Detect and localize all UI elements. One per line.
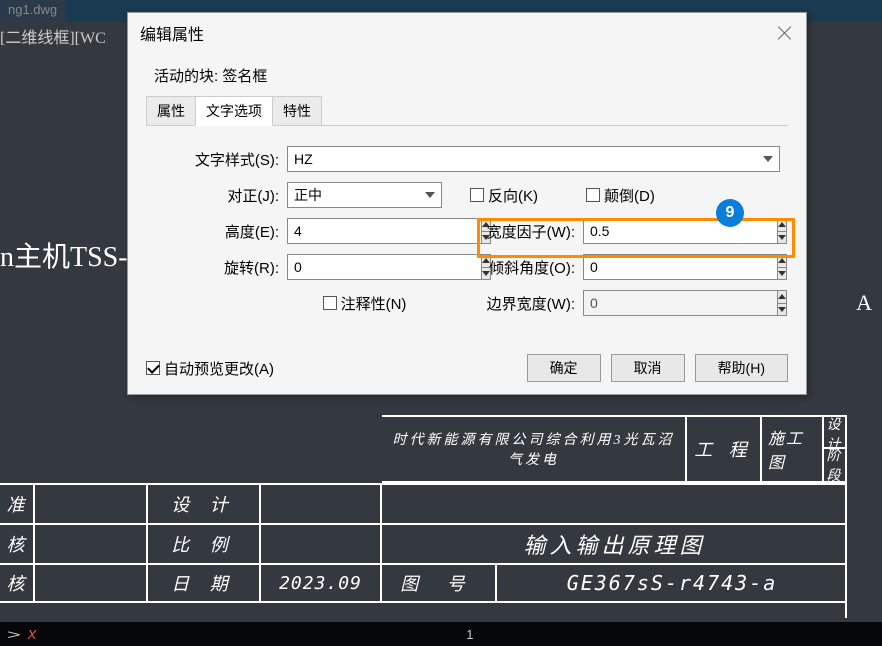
rotation-input[interactable] bbox=[287, 254, 481, 280]
checkbox-icon bbox=[323, 296, 337, 310]
cell-design: 设 计 bbox=[148, 485, 261, 523]
cell-check2: 核 bbox=[0, 565, 35, 601]
checkbox-checked-icon bbox=[146, 361, 160, 375]
backward-checkbox[interactable]: 反向(K) bbox=[470, 185, 538, 206]
boundary-width-label: 边界宽度(W): bbox=[470, 293, 575, 314]
ok-button[interactable]: 确定 bbox=[527, 354, 601, 382]
spin-down-icon bbox=[778, 304, 786, 316]
width-factor-input[interactable] bbox=[583, 218, 777, 244]
auto-preview-checkbox[interactable]: 自动预览更改(A) bbox=[146, 358, 274, 379]
text-style-dropdown[interactable]: HZ bbox=[287, 146, 780, 172]
cell-drawing-title bbox=[382, 485, 847, 523]
height-label: 高度(E): bbox=[154, 221, 279, 242]
active-block-label: 活动的块: 签名框 bbox=[154, 65, 788, 86]
status-bar: > X 1 bbox=[0, 622, 882, 646]
chevron-down-icon bbox=[763, 156, 773, 162]
title-block: 时代新能源有限公司综合利用3光瓦沼气发电 工 程 施工图 设 计 阶 段 准 设… bbox=[0, 415, 847, 621]
cell-scale: 比 例 bbox=[148, 525, 261, 563]
tab-properties[interactable]: 特性 bbox=[272, 96, 322, 125]
help-button[interactable]: 帮助(H) bbox=[695, 354, 788, 382]
file-tab[interactable]: ng1.dwg bbox=[0, 0, 65, 22]
oblique-angle-label: 倾斜角度(O): bbox=[470, 257, 575, 278]
cell-dwg: 图 号 bbox=[382, 565, 497, 601]
boundary-width-input bbox=[583, 290, 777, 316]
status-x: X bbox=[28, 627, 37, 642]
status-number: 1 bbox=[466, 627, 473, 642]
spin-up-icon bbox=[778, 291, 786, 304]
justify-dropdown[interactable]: 正中 bbox=[287, 182, 442, 208]
spin-up-icon[interactable] bbox=[778, 255, 786, 268]
title-block-header: 时代新能源有限公司综合利用3光瓦沼气发电 工 程 施工图 设 计 阶 段 bbox=[382, 415, 847, 483]
cell-prep: 准 bbox=[0, 485, 35, 523]
status-arrow-icon: > bbox=[7, 627, 21, 642]
oblique-angle-input[interactable] bbox=[583, 254, 777, 280]
dialog-title: 编辑属性 bbox=[140, 21, 204, 45]
spin-down-icon[interactable] bbox=[778, 232, 786, 244]
project-label: 工 程 bbox=[687, 417, 762, 481]
dialog-titlebar[interactable]: 编辑属性 bbox=[128, 13, 806, 53]
chevron-down-icon bbox=[425, 192, 435, 198]
checkbox-icon bbox=[586, 188, 600, 202]
justify-label: 对正(J): bbox=[154, 185, 279, 206]
boundary-width-spinner bbox=[583, 290, 738, 316]
width-factor-spinner[interactable] bbox=[583, 218, 738, 244]
width-factor-label: 宽度因子(W): bbox=[470, 221, 575, 242]
stage-label: 阶 段 bbox=[824, 447, 847, 481]
text-style-label: 文字样式(S): bbox=[154, 149, 279, 170]
upside-down-checkbox[interactable]: 颠倒(D) bbox=[586, 185, 655, 206]
dialog-tabs: 属性 文字选项 特性 bbox=[146, 96, 788, 126]
height-input[interactable] bbox=[287, 218, 481, 244]
rotation-label: 旋转(R): bbox=[154, 257, 279, 278]
close-icon[interactable] bbox=[776, 24, 794, 42]
cell-drawing-title-text: 输入输出原理图 bbox=[382, 525, 847, 563]
height-spinner[interactable] bbox=[287, 218, 442, 244]
annotation-badge: 9 bbox=[716, 199, 744, 227]
canvas-marker-a: A bbox=[856, 290, 872, 316]
cell-dwg-value: GE367sS-r4743-a bbox=[497, 565, 847, 601]
spin-up-icon[interactable] bbox=[778, 219, 786, 232]
canvas-text: n主机TSS-3 bbox=[0, 235, 142, 275]
tab-attributes[interactable]: 属性 bbox=[146, 96, 196, 125]
cell-date-value: 2023.09 bbox=[261, 565, 382, 601]
tab-text-options[interactable]: 文字选项 bbox=[195, 96, 273, 126]
phase-cell: 施工图 bbox=[762, 417, 822, 481]
cell-date: 日 期 bbox=[148, 565, 261, 601]
edit-attributes-dialog: 编辑属性 活动的块: 签名框 属性 文字选项 特性 文字样式(S): HZ 对正… bbox=[127, 12, 807, 395]
company-cell: 时代新能源有限公司综合利用3光瓦沼气发电 bbox=[382, 417, 687, 481]
oblique-angle-spinner[interactable] bbox=[583, 254, 738, 280]
rotation-spinner[interactable] bbox=[287, 254, 442, 280]
viewport-label: [二维线框][WC bbox=[0, 24, 106, 48]
checkbox-icon bbox=[470, 188, 484, 202]
spin-down-icon[interactable] bbox=[778, 268, 786, 280]
annotative-checkbox[interactable]: 注释性(N) bbox=[323, 293, 407, 314]
cell-check: 核 bbox=[0, 525, 35, 563]
cancel-button[interactable]: 取消 bbox=[611, 354, 685, 382]
